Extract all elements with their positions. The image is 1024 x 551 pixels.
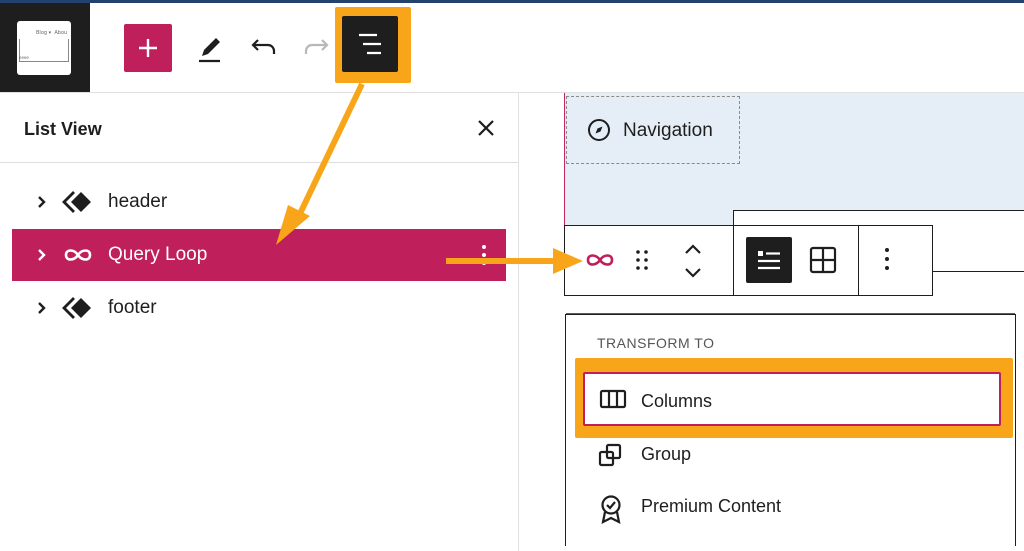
list-item-label: Query Loop: [108, 244, 208, 265]
thumb-nav-text: Blog ▾ Abou: [36, 30, 68, 36]
list-item-label: footer: [108, 297, 157, 318]
transform-heading: TRANSFORM TO: [597, 335, 715, 351]
add-block-button[interactable]: [124, 24, 172, 72]
list-item-footer[interactable]: footer: [12, 282, 506, 334]
list-layout-button[interactable]: [746, 237, 792, 283]
move-up-down-icon[interactable]: [681, 242, 705, 280]
chevron-right-icon[interactable]: [34, 247, 50, 263]
panel-divider: [0, 162, 518, 163]
toolbar-divider: [858, 225, 859, 295]
redo-icon: [304, 39, 329, 54]
premium-badge-icon: [601, 495, 621, 524]
transform-columns-item[interactable]: Columns: [583, 372, 1001, 426]
close-panel-button[interactable]: [474, 116, 498, 140]
list-layout-icon: [758, 251, 780, 270]
menu-item-label: Columns: [641, 391, 713, 411]
navigation-label: Navigation: [623, 120, 713, 141]
panel-title: List View: [24, 119, 102, 139]
transform-premium-content-item[interactable]: Premium Content: [583, 482, 1001, 530]
menu-item-label: Premium Content: [641, 496, 782, 516]
undo-button[interactable]: [246, 30, 282, 66]
template-part-icon: [62, 191, 91, 213]
chevron-right-icon[interactable]: [34, 300, 50, 316]
close-icon: [478, 120, 494, 136]
compass-icon: [588, 119, 610, 141]
list-item-header[interactable]: header: [12, 176, 506, 228]
site-thumbnail: Blog ▾ Abou eeee: [17, 21, 71, 75]
template-part-icon: [62, 297, 91, 319]
list-item-query-loop[interactable]: Query Loop: [12, 229, 506, 281]
site-icon-button[interactable]: Blog ▾ Abou eeee: [0, 3, 90, 92]
menu-item-label: Group: [641, 444, 692, 464]
group-icon: [598, 443, 622, 467]
columns-icon: [599, 389, 627, 409]
pencil-icon: [199, 38, 220, 63]
plus-icon: [139, 39, 157, 57]
query-loop-icon[interactable]: [584, 246, 616, 274]
list-view-button[interactable]: [342, 16, 398, 72]
drag-handle-icon[interactable]: [630, 247, 654, 275]
undo-icon: [251, 39, 276, 54]
more-options-icon[interactable]: [883, 246, 891, 272]
more-options-icon[interactable]: [480, 243, 488, 267]
list-view-icon: [359, 33, 381, 55]
edit-tool-button[interactable]: [192, 30, 228, 66]
thumb-body-text: eeee: [19, 55, 29, 60]
query-loop-icon: [64, 249, 92, 261]
toolbar-divider: [733, 225, 734, 295]
transform-group-item[interactable]: Group: [583, 430, 1001, 478]
canvas-bottom: [565, 546, 1024, 551]
grid-layout-icon[interactable]: [808, 245, 838, 275]
chevron-right-icon[interactable]: [34, 194, 50, 210]
redo-button[interactable]: [298, 30, 334, 66]
list-item-label: header: [108, 191, 168, 212]
